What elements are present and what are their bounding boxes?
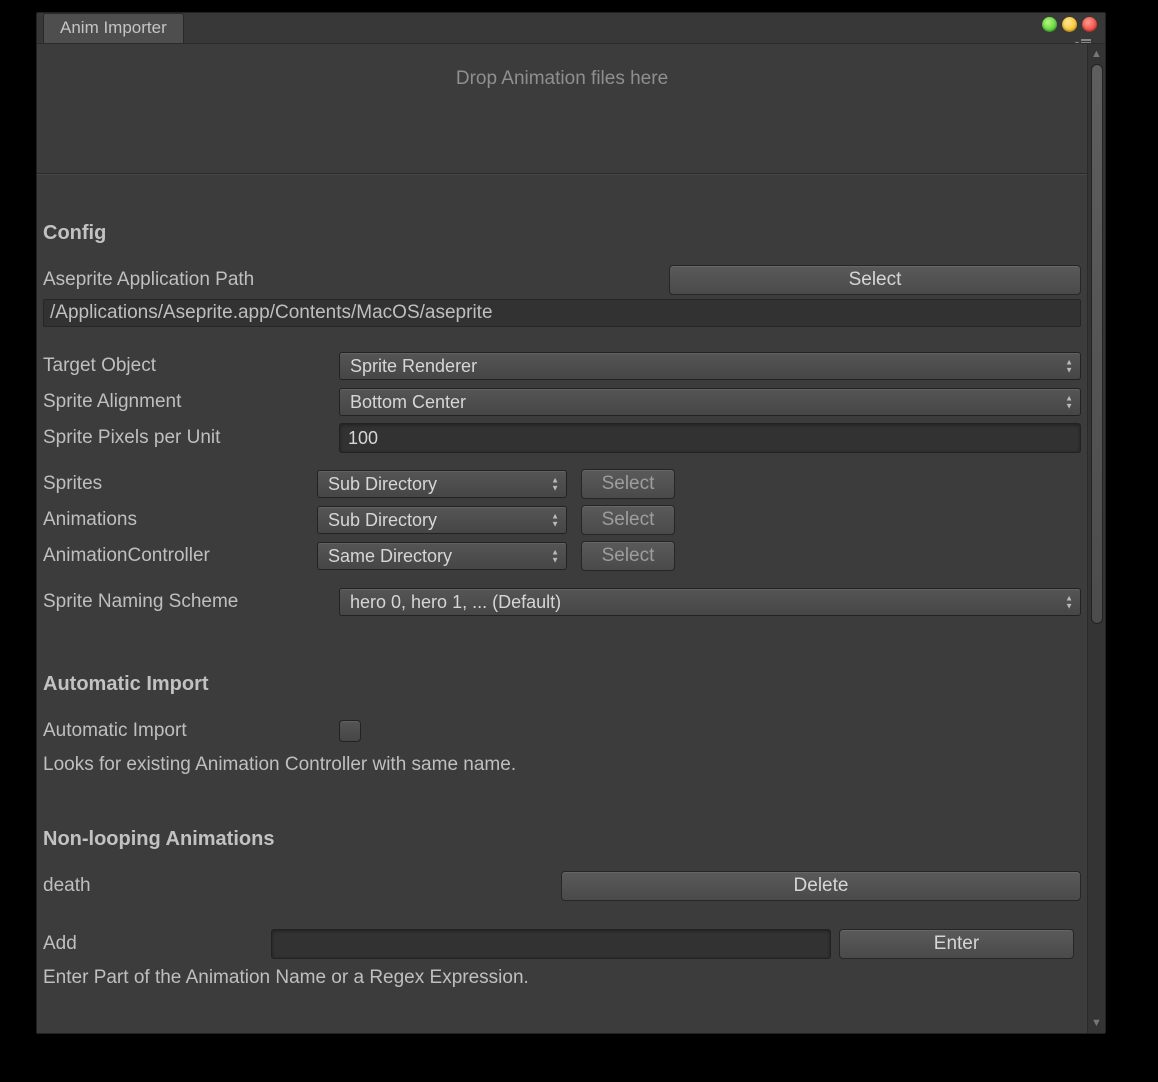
animcontroller-label: AnimationController (43, 545, 303, 567)
drop-zone-label: Drop Animation files here (456, 68, 668, 89)
auto-import-heading: Automatic Import (43, 673, 1081, 696)
updown-arrows-icon: ▲▼ (551, 549, 559, 564)
dropdown-value: hero 0, hero 1, ... (Default) (350, 592, 561, 613)
content-area: Drop Animation files here Config Aseprit… (37, 44, 1087, 1033)
nonloop-item-name: death (43, 875, 561, 897)
animations-label: Animations (43, 509, 303, 531)
animations-select-button[interactable]: Select (581, 505, 675, 535)
sprites-select-button[interactable]: Select (581, 469, 675, 499)
window-controls (1042, 17, 1097, 32)
nonloop-item-row: death Delete (43, 869, 1081, 903)
scrollbar-thumb[interactable] (1091, 64, 1103, 624)
sprite-alignment-label: Sprite Alignment (43, 391, 339, 413)
row-aseprite-path: Aseprite Application Path Select (43, 263, 1081, 297)
button-label: Enter (934, 933, 979, 955)
ppu-label: Sprite Pixels per Unit (43, 427, 339, 449)
button-label: Select (602, 509, 655, 531)
nonloop-add-label: Add (43, 933, 263, 955)
dropdown-value: Sprite Renderer (350, 356, 477, 377)
nonloop-heading: Non-looping Animations (43, 828, 1081, 851)
sprites-dropdown[interactable]: Sub Directory ▲▼ (317, 470, 567, 498)
animcontroller-dropdown[interactable]: Same Directory ▲▼ (317, 542, 567, 570)
updown-arrows-icon: ▲▼ (551, 477, 559, 492)
naming-scheme-dropdown[interactable]: hero 0, hero 1, ... (Default) ▲▼ (339, 588, 1081, 616)
vertical-scrollbar[interactable]: ▲ ▼ (1087, 44, 1105, 1033)
nonloop-delete-button[interactable]: Delete (561, 871, 1081, 901)
updown-arrows-icon: ▲▼ (1065, 395, 1073, 410)
naming-scheme-label: Sprite Naming Scheme (43, 591, 339, 613)
aseprite-select-button[interactable]: Select (669, 265, 1081, 295)
config-heading: Config (43, 222, 1081, 245)
row-nonloop-add: Add Enter (43, 927, 1081, 961)
row-sprites: Sprites Sub Directory ▲▼ Select (43, 467, 1081, 501)
updown-arrows-icon: ▲▼ (1065, 359, 1073, 374)
tab-label: Anim Importer (60, 18, 167, 37)
auto-import-label: Automatic Import (43, 720, 339, 742)
row-animations: Animations Sub Directory ▲▼ Select (43, 503, 1081, 537)
ppu-input[interactable] (339, 423, 1081, 453)
tab-anim-importer[interactable]: Anim Importer (43, 13, 184, 44)
button-label: Select (602, 545, 655, 567)
row-auto-import: Automatic Import (43, 714, 1081, 748)
button-label: Delete (794, 875, 849, 897)
row-sprite-alignment: Sprite Alignment Bottom Center ▲▼ (43, 385, 1081, 419)
scroll-down-arrow-icon[interactable]: ▼ (1091, 1017, 1102, 1029)
sprite-alignment-dropdown[interactable]: Bottom Center ▲▼ (339, 388, 1081, 416)
titlebar: Anim Importer ▾ (37, 13, 1105, 43)
animations-dropdown[interactable]: Sub Directory ▲▼ (317, 506, 567, 534)
row-animcontroller: AnimationController Same Directory ▲▼ Se… (43, 539, 1081, 573)
button-label: Select (602, 473, 655, 495)
dropdown-value: Bottom Center (350, 392, 466, 413)
editor-window: Anim Importer ▾ Drop Animation files her… (36, 12, 1106, 1034)
zoom-button[interactable] (1062, 17, 1077, 32)
scroll-up-arrow-icon[interactable]: ▲ (1091, 48, 1102, 60)
dropdown-value: Sub Directory (328, 474, 437, 495)
minimize-button[interactable] (1042, 17, 1057, 32)
dropdown-value: Same Directory (328, 546, 452, 567)
nonloop-add-input[interactable] (271, 929, 831, 959)
aseprite-path-label: Aseprite Application Path (43, 269, 339, 291)
aseprite-path-value: /Applications/Aseprite.app/Contents/MacO… (43, 299, 1081, 327)
auto-import-help: Looks for existing Animation Controller … (43, 754, 1081, 776)
row-ppu: Sprite Pixels per Unit (43, 421, 1081, 455)
animcontroller-select-button[interactable]: Select (581, 541, 675, 571)
nonloop-enter-button[interactable]: Enter (839, 929, 1074, 959)
target-object-label: Target Object (43, 355, 339, 377)
row-target-object: Target Object Sprite Renderer ▲▼ (43, 349, 1081, 383)
drop-zone[interactable]: Drop Animation files here (37, 44, 1087, 174)
row-naming-scheme: Sprite Naming Scheme hero 0, hero 1, ...… (43, 585, 1081, 619)
close-button[interactable] (1082, 17, 1097, 32)
sprites-label: Sprites (43, 473, 303, 495)
dropdown-value: Sub Directory (328, 510, 437, 531)
target-object-dropdown[interactable]: Sprite Renderer ▲▼ (339, 352, 1081, 380)
auto-import-checkbox[interactable] (339, 720, 361, 742)
updown-arrows-icon: ▲▼ (1065, 595, 1073, 610)
panel-body: Drop Animation files here Config Aseprit… (37, 43, 1105, 1033)
updown-arrows-icon: ▲▼ (551, 513, 559, 528)
nonloop-help: Enter Part of the Animation Name or a Re… (43, 967, 1081, 989)
button-label: Select (849, 269, 902, 291)
